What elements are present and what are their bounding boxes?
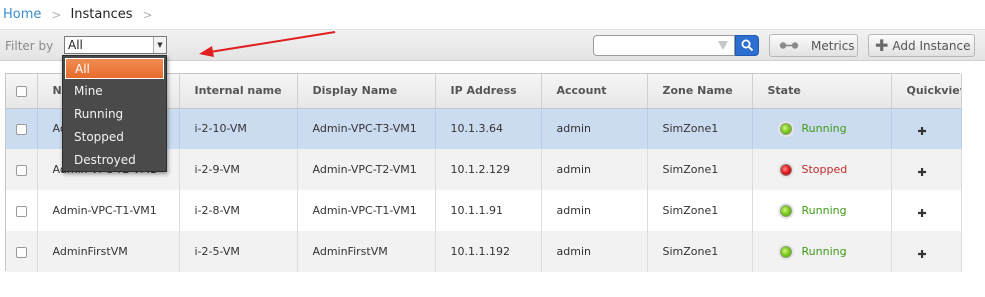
- cell-state: Running: [752, 190, 892, 231]
- state-label: Running: [801, 245, 847, 258]
- metrics-button[interactable]: Metrics: [769, 34, 858, 57]
- cell-state: Running: [752, 108, 892, 149]
- filter-select[interactable]: All ▼: [64, 36, 167, 54]
- quickview-plus-icon[interactable]: ✚: [891, 231, 962, 272]
- filter-dropdown-menu: All Mine Running Stopped Destroyed: [62, 55, 167, 172]
- filter-option-mine[interactable]: Mine: [63, 79, 166, 102]
- cell-display-name: Admin-VPC-T2-VM1: [297, 149, 436, 190]
- row-checkbox-cell[interactable]: [6, 190, 38, 231]
- search-button[interactable]: [735, 35, 759, 56]
- state-label: Running: [801, 204, 847, 217]
- cell-zone-name: SimZone1: [647, 190, 753, 231]
- plus-icon: ✚: [875, 35, 889, 55]
- filter-option-destroyed[interactable]: Destroyed: [63, 148, 166, 171]
- cell-internal-name: i-2-8-VM: [179, 190, 298, 231]
- table-row[interactable]: AdminFirstVM i-2-5-VM AdminFirstVM 10.1.…: [6, 231, 962, 272]
- filter-select-value: All: [68, 38, 83, 52]
- quickview-plus-icon[interactable]: ✚: [891, 149, 962, 190]
- cell-name[interactable]: Admin-VPC-T1-VM1: [37, 190, 180, 231]
- breadcrumb-separator: >: [51, 7, 62, 22]
- cell-internal-name: i-2-10-VM: [179, 108, 298, 149]
- row-checkbox[interactable]: [16, 205, 27, 217]
- column-header-account[interactable]: Account: [541, 74, 648, 109]
- row-checkbox-cell[interactable]: [6, 108, 38, 149]
- cell-zone-name: SimZone1: [647, 149, 753, 190]
- breadcrumb-current: Instances: [70, 7, 133, 22]
- cell-display-name: Admin-VPC-T3-VM1: [297, 108, 436, 149]
- cell-ip-address: 10.1.2.129: [435, 149, 542, 190]
- row-checkbox-cell[interactable]: [6, 231, 38, 272]
- column-header-internal-name[interactable]: Internal name: [179, 74, 298, 109]
- cell-state: Stopped: [752, 149, 892, 190]
- quickview-plus-icon[interactable]: ✚: [891, 108, 962, 149]
- column-header-display-name[interactable]: Display Name: [297, 74, 436, 109]
- search-input[interactable]: [593, 35, 735, 56]
- filter-option-stopped[interactable]: Stopped: [63, 125, 166, 148]
- breadcrumb-home-link[interactable]: Home: [3, 7, 41, 22]
- add-instance-label: Add Instance: [892, 38, 971, 53]
- row-checkbox-cell[interactable]: [6, 149, 38, 190]
- cell-account: admin: [541, 231, 648, 272]
- cell-display-name: Admin-VPC-T1-VM1: [297, 190, 436, 231]
- cell-internal-name: i-2-9-VM: [179, 149, 298, 190]
- cell-account: admin: [541, 190, 648, 231]
- cell-name[interactable]: AdminFirstVM: [37, 231, 180, 272]
- column-header-state[interactable]: State: [752, 74, 892, 109]
- state-label: Running: [801, 122, 847, 136]
- cell-internal-name: i-2-5-VM: [179, 231, 298, 272]
- chevron-down-icon[interactable]: ▼: [153, 37, 166, 53]
- row-checkbox[interactable]: [16, 123, 27, 135]
- metrics-button-label: Metrics: [811, 38, 855, 53]
- cell-account: admin: [541, 149, 648, 190]
- select-all-checkbox-cell[interactable]: [6, 74, 38, 109]
- cell-zone-name: SimZone1: [647, 231, 753, 272]
- column-header-zone-name[interactable]: Zone Name: [647, 74, 753, 109]
- cell-ip-address: 10.1.3.64: [435, 108, 542, 149]
- add-instance-button[interactable]: ✚ Add Instance: [868, 34, 975, 57]
- row-checkbox[interactable]: [16, 246, 27, 258]
- select-all-checkbox[interactable]: [16, 85, 27, 97]
- filter-option-running[interactable]: Running: [63, 102, 166, 125]
- cell-zone-name: SimZone1: [647, 108, 753, 149]
- cell-display-name: AdminFirstVM: [297, 231, 436, 272]
- cell-account: admin: [541, 108, 648, 149]
- column-header-quickview: Quickview: [891, 74, 962, 109]
- column-header-ip-address[interactable]: IP Address: [435, 74, 542, 109]
- metrics-icon: [779, 41, 799, 50]
- filter-option-all[interactable]: All: [65, 58, 164, 79]
- running-status-icon: [779, 245, 792, 258]
- cell-ip-address: 10.1.1.91: [435, 190, 542, 231]
- cell-state: Running: [752, 231, 892, 272]
- state-label: Stopped: [801, 163, 848, 176]
- breadcrumb: Home > Instances >: [0, 0, 985, 30]
- filter-label: Filter by: [5, 39, 54, 53]
- row-checkbox[interactable]: [16, 164, 27, 176]
- cell-ip-address: 10.1.1.192: [435, 231, 542, 272]
- search-icon: [741, 39, 753, 52]
- running-status-icon: [779, 122, 792, 135]
- table-row[interactable]: Admin-VPC-T1-VM1 i-2-8-VM Admin-VPC-T1-V…: [6, 190, 962, 231]
- breadcrumb-trailing-separator: >: [142, 7, 153, 22]
- running-status-icon: [779, 204, 792, 217]
- search-type-dropdown-icon[interactable]: [718, 41, 728, 50]
- stopped-status-icon: [779, 163, 792, 176]
- quickview-plus-icon[interactable]: ✚: [891, 190, 962, 231]
